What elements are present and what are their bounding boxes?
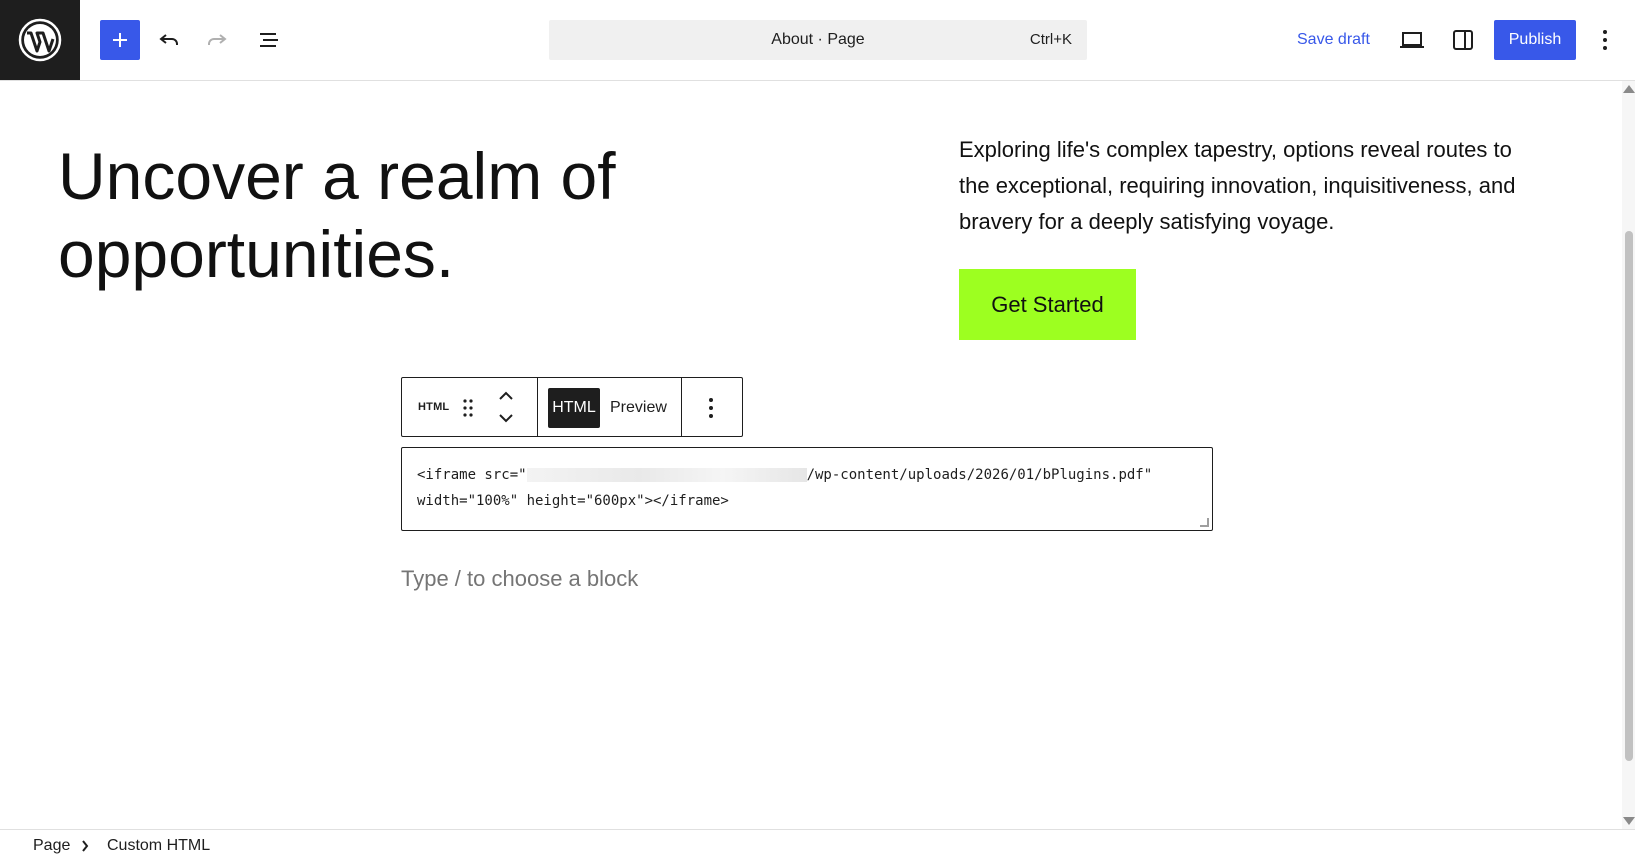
list-view-icon — [260, 33, 278, 47]
block-type-label[interactable]: HTML — [418, 401, 449, 413]
chevron-right-icon — [82, 840, 89, 852]
get-started-button[interactable]: Get Started — [959, 269, 1136, 340]
tab-preview[interactable]: Preview — [610, 399, 667, 417]
redo-button[interactable] — [197, 20, 237, 60]
code-line-2: width="100%" height="600px"></iframe> — [417, 493, 729, 509]
command-palette-bar[interactable]: About · Page Ctrl+K — [549, 20, 1087, 60]
redacted-url — [526, 468, 807, 482]
wordpress-logo-button[interactable] — [0, 0, 80, 80]
block-appender-placeholder[interactable]: Type / to choose a block — [401, 566, 638, 592]
options-menu-button[interactable] — [1585, 20, 1625, 60]
custom-html-textarea[interactable]: <iframe src="/wp-content/uploads/2026/01… — [401, 447, 1213, 531]
code-line-1: <iframe src="/wp-content/uploads/2026/01… — [417, 467, 1153, 483]
plus-icon — [113, 33, 127, 47]
resize-handle[interactable] — [1200, 518, 1209, 527]
undo-button[interactable] — [149, 20, 189, 60]
sidebar-toggle-icon — [1453, 30, 1473, 50]
scrollbar[interactable] — [1622, 81, 1635, 829]
more-vertical-icon[interactable] — [708, 397, 714, 419]
toolbar-divider — [681, 378, 682, 436]
block-breadcrumb: Page Custom HTML — [0, 829, 1635, 860]
toolbar-divider — [537, 378, 538, 436]
drag-handle-icon[interactable] — [462, 398, 474, 418]
wordpress-logo-icon — [18, 18, 62, 62]
chevron-down-icon[interactable] — [498, 412, 514, 424]
chevron-up-icon[interactable] — [498, 390, 514, 402]
editor-header: About · Page Ctrl+K Save draft Publish — [0, 0, 1635, 81]
scrollbar-thumb[interactable] — [1625, 231, 1633, 761]
editor-canvas[interactable]: Uncover a realm of opportunities. Explor… — [0, 81, 1622, 829]
scroll-down-arrow[interactable] — [1623, 817, 1635, 825]
redo-icon — [208, 34, 227, 45]
tab-html[interactable]: HTML — [548, 388, 600, 428]
undo-icon — [159, 34, 178, 45]
breadcrumb-item-custom-html[interactable]: Custom HTML — [107, 837, 210, 855]
document-title: About · Page — [771, 31, 865, 48]
breadcrumb-item-page[interactable]: Page — [33, 837, 70, 855]
desktop-view-icon — [1400, 32, 1424, 48]
page-headline[interactable]: Uncover a realm of opportunities. — [58, 137, 658, 293]
block-toolbar: HTML HTML Preview — [401, 377, 743, 437]
settings-sidebar-toggle[interactable] — [1443, 20, 1483, 60]
scroll-up-arrow[interactable] — [1623, 85, 1635, 93]
more-vertical-icon — [1603, 30, 1607, 50]
intro-paragraph[interactable]: Exploring life's complex tapestry, optio… — [959, 132, 1544, 240]
block-inserter-button[interactable] — [100, 20, 140, 60]
document-overview-button[interactable] — [249, 20, 289, 60]
shortcut-hint: Ctrl+K — [1029, 31, 1072, 48]
save-draft-button[interactable]: Save draft — [1297, 31, 1370, 49]
publish-button[interactable]: Publish — [1494, 20, 1576, 60]
preview-device-button[interactable] — [1392, 20, 1432, 60]
